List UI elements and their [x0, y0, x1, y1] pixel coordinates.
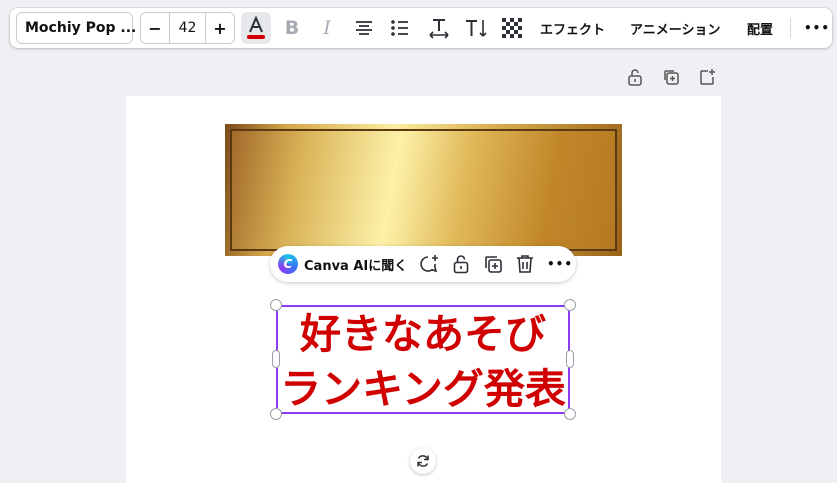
effects-button[interactable]: エフェクト [540, 12, 605, 44]
vertical-text-icon [466, 20, 487, 37]
duplicate-icon [485, 256, 502, 273]
gold-frame-inner [230, 129, 617, 251]
ask-canva-ai-button[interactable]: Canva AIに聞く [304, 246, 407, 282]
unlock-icon [628, 69, 642, 86]
heading-text-line-2[interactable]: ランキング発表 [278, 364, 568, 414]
delete-element-button[interactable] [513, 252, 537, 276]
vertical-text-button[interactable] [461, 12, 491, 44]
duplicate-page-button[interactable] [660, 66, 682, 88]
lock-icon [453, 255, 469, 274]
toolbar-divider [790, 18, 791, 38]
decrease-font-size-button[interactable]: − [141, 13, 170, 43]
transparency-icon [502, 18, 522, 38]
bullet-list-icon [391, 20, 408, 36]
lock-page-button[interactable] [624, 66, 646, 88]
list-button[interactable] [385, 12, 415, 44]
element-more-button[interactable]: ••• [547, 246, 573, 282]
align-center-button[interactable] [349, 12, 379, 44]
font-family-dropdown[interactable]: Mochiy Pop ... [16, 12, 137, 44]
duplicate-icon [664, 70, 679, 85]
resize-handle-right[interactable] [566, 350, 574, 368]
italic-icon: I [323, 17, 331, 39]
resize-handle-bottom-right[interactable] [564, 408, 576, 420]
selected-text-box[interactable]: 好きなあそび ランキング発表 [276, 305, 570, 414]
bold-icon: B [284, 17, 300, 39]
resize-handle-top-left[interactable] [270, 299, 282, 311]
animation-button[interactable]: アニメーション [630, 12, 720, 44]
transparency-button[interactable] [497, 12, 527, 44]
font-family-label: Mochiy Pop ... [25, 20, 137, 36]
bold-button[interactable]: B [277, 12, 307, 44]
add-page-button[interactable] [696, 66, 718, 88]
duplicate-element-button[interactable] [481, 252, 505, 276]
add-page-icon [700, 69, 715, 85]
letter-spacing-icon [429, 19, 449, 39]
heading-text-line-1[interactable]: 好きなあそび [278, 309, 568, 359]
text-toolbar: Mochiy Pop ... − 42 + B I エフェクト アニメーション … [10, 8, 832, 48]
text-color-button[interactable] [241, 12, 271, 44]
rotate-icon [417, 455, 429, 467]
align-center-icon [356, 21, 372, 35]
font-size-input[interactable]: 42 [169, 13, 206, 43]
text-color-icon [247, 15, 265, 39]
resize-handle-bottom-left[interactable] [270, 408, 282, 420]
trash-icon [517, 255, 533, 273]
element-context-bar: C Canva AIに聞く ••• [270, 246, 576, 282]
resize-handle-top-right[interactable] [564, 299, 576, 311]
canva-ai-icon: C [278, 254, 298, 274]
lock-element-button[interactable] [449, 252, 473, 276]
spacing-button[interactable] [424, 12, 454, 44]
rotate-handle[interactable] [410, 448, 436, 474]
position-button[interactable]: 配置 [747, 12, 773, 44]
comment-add-icon [420, 255, 438, 273]
increase-font-size-button[interactable]: + [205, 13, 234, 43]
font-size-stepper: − 42 + [140, 12, 235, 44]
italic-button[interactable]: I [312, 12, 342, 44]
add-comment-button[interactable] [417, 252, 441, 276]
more-options-button[interactable]: ••• [804, 12, 830, 44]
resize-handle-left[interactable] [272, 350, 280, 368]
